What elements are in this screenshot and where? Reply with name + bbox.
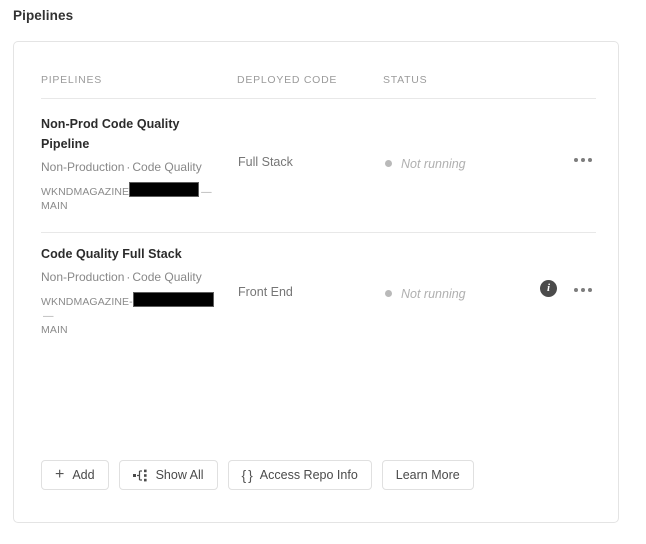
- pipeline-subtitle: Non-Production · Code Quality: [41, 267, 226, 287]
- add-button[interactable]: + Add: [41, 460, 109, 490]
- pipeline-kind: Code Quality: [132, 270, 202, 284]
- braces-icon: { }: [241, 467, 253, 483]
- row-divider: [41, 232, 596, 233]
- learn-more-button[interactable]: Learn More: [381, 460, 474, 490]
- pipeline-title: Non-Prod Code Quality Pipeline: [41, 117, 180, 151]
- more-options-icon[interactable]: [574, 153, 596, 167]
- more-options-icon[interactable]: [574, 283, 596, 297]
- access-repo-info-button-label: Access Repo Info: [259, 468, 358, 482]
- pipeline-environment: Non-Production: [41, 160, 125, 174]
- column-header-deployed-code: DEPLOYED CODE: [237, 74, 338, 86]
- deployed-code-value: Full Stack: [238, 155, 293, 169]
- repo-branch: MAIN: [41, 324, 68, 336]
- repo-prefix: WKNDMAGAZINE-: [41, 296, 133, 308]
- status-dot-icon: [385, 160, 392, 167]
- status-label: Not running: [401, 157, 466, 171]
- header-divider: [41, 98, 596, 99]
- pipeline-environment: Non-Production: [41, 270, 125, 284]
- deployed-code-value: Front End: [238, 285, 293, 299]
- column-header-status: STATUS: [383, 74, 428, 86]
- repo-dash: —: [201, 186, 212, 198]
- access-repo-info-button[interactable]: { } Access Repo Info: [227, 460, 372, 490]
- add-button-label: Add: [72, 468, 95, 482]
- show-all-button-label: Show All: [155, 468, 204, 482]
- repo-branch: MAIN: [41, 200, 68, 212]
- pipeline-kind: Code Quality: [132, 160, 202, 174]
- status-cell: Not running: [385, 155, 466, 173]
- plus-icon: +: [55, 465, 65, 483]
- page-title: Pipelines: [13, 8, 74, 23]
- info-icon[interactable]: i: [540, 280, 557, 297]
- pipeline-name-cell: Code Quality Full Stack Non-Production · C…: [41, 244, 226, 337]
- status-cell: Not running: [385, 285, 466, 303]
- repo-prefix: WKNDMAGAZINE: [41, 186, 130, 198]
- show-all-button[interactable]: Show All: [118, 460, 218, 490]
- redacted-block: [132, 292, 214, 307]
- repo-dash: —: [43, 310, 54, 322]
- pipelines-card: PIPELINES DEPLOYED CODE STATUS Non-Prod …: [13, 41, 619, 523]
- status-label: Not running: [401, 287, 466, 301]
- pipeline-title: Code Quality Full Stack: [41, 247, 182, 261]
- row-actions: i: [476, 280, 596, 302]
- pipeline-name-cell: Non-Prod Code Quality Pipeline Non-Produ…: [41, 114, 226, 213]
- column-header-pipelines: PIPELINES: [41, 74, 103, 86]
- pipeline-repo: WKNDMAGAZINE- — MAIN: [41, 292, 226, 337]
- table-header-row: PIPELINES DEPLOYED CODE STATUS: [41, 74, 606, 96]
- pipeline-subtitle: Non-Production · Code Quality: [41, 157, 226, 177]
- row-actions: [476, 152, 596, 172]
- status-dot-icon: [385, 290, 392, 297]
- pipeline-repo: WKNDMAGAZINE — MAIN: [41, 182, 226, 213]
- hierarchy-icon: [132, 469, 148, 482]
- table-row[interactable]: Code Quality Full Stack Non-Production · C…: [41, 244, 596, 362]
- footer-button-bar: + Add Show All { } Access Repo Info Lear…: [41, 460, 474, 490]
- table-row[interactable]: Non-Prod Code Quality Pipeline Non-Produ…: [41, 114, 596, 232]
- redacted-block: [129, 182, 200, 197]
- learn-more-button-label: Learn More: [395, 468, 460, 482]
